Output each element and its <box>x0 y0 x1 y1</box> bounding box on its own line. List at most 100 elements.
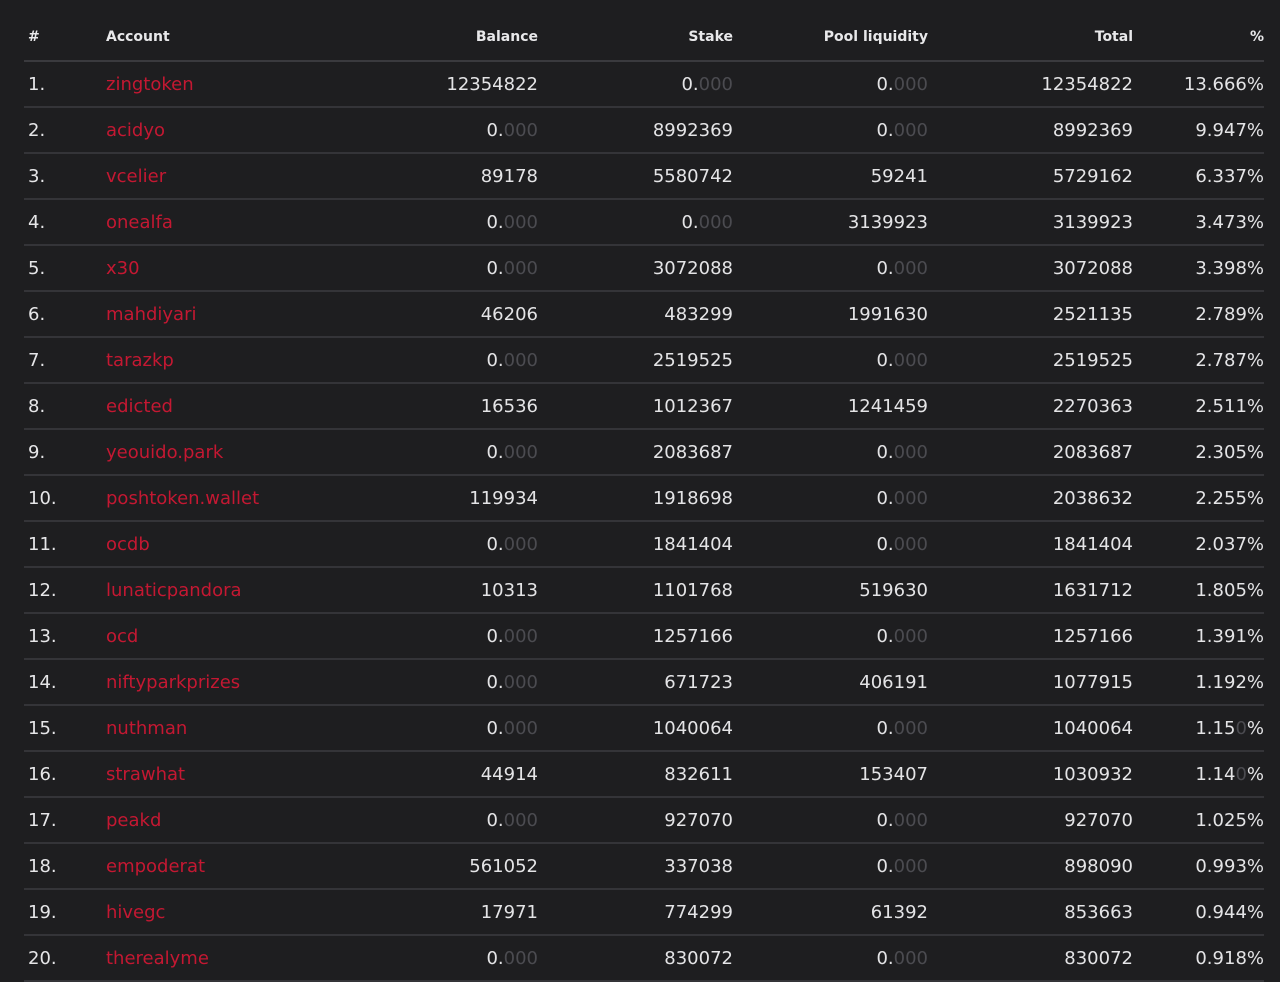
account-link[interactable]: strawhat <box>106 751 288 798</box>
stake-cell: 0.000 <box>538 199 733 246</box>
pool-liquidity-cell: 0.000 <box>733 843 928 890</box>
col-header-rank[interactable]: # <box>24 14 106 62</box>
balance-cell: 44914 <box>288 751 538 798</box>
stake-cell: 2083687 <box>538 429 733 476</box>
account-link[interactable]: empoderat <box>106 843 288 890</box>
rank-cell: 1. <box>24 61 106 108</box>
balance-cell: 89178 <box>288 153 538 200</box>
balance-cell: 17971 <box>288 889 538 936</box>
col-header-total[interactable]: Total <box>928 14 1133 62</box>
zero-decimals: 000 <box>893 625 928 647</box>
total-cell: 8992369 <box>928 107 1133 154</box>
stake-cell: 0.000 <box>538 61 733 108</box>
rank-cell: 13. <box>24 613 106 660</box>
pool-liquidity-cell: 0.000 <box>733 107 928 154</box>
percent-cell: 6.337% <box>1133 153 1264 200</box>
account-link[interactable]: x30 <box>106 245 288 292</box>
table-row: 15. nuthman 0.000 1040064 0.000 1040064 1.150% <box>24 705 1264 752</box>
pool-liquidity-cell: 0.000 <box>733 521 928 568</box>
total-cell: 853663 <box>928 889 1133 936</box>
stake-cell: 1040064 <box>538 705 733 752</box>
account-link[interactable]: lunaticpandora <box>106 567 288 614</box>
pool-liquidity-cell: 0.000 <box>733 613 928 660</box>
rank-cell: 4. <box>24 199 106 246</box>
table-row: 16. strawhat 44914 832611 153407 1030932 1.140… <box>24 751 1264 798</box>
account-link[interactable]: edicted <box>106 383 288 430</box>
zero-decimals: 000 <box>503 349 538 371</box>
account-link[interactable]: zingtoken <box>106 61 288 108</box>
total-cell: 3139923 <box>928 199 1133 246</box>
balance-cell: 0.000 <box>288 245 538 292</box>
zero-decimals: 000 <box>503 625 538 647</box>
zero-decimals: 000 <box>503 533 538 555</box>
pool-liquidity-cell: 0.000 <box>733 337 928 384</box>
percent-cell: 9.947% <box>1133 107 1264 154</box>
balance-cell: 0.000 <box>288 705 538 752</box>
balance-cell: 119934 <box>288 475 538 522</box>
percent-cell: 2.511% <box>1133 383 1264 430</box>
zero-decimals: 000 <box>503 717 538 739</box>
stake-cell: 1257166 <box>538 613 733 660</box>
balance-cell: 16536 <box>288 383 538 430</box>
account-link[interactable]: ocd <box>106 613 288 660</box>
pool-liquidity-cell: 0.000 <box>733 475 928 522</box>
table-row: 5. x30 0.000 3072088 0.000 3072088 3.398% <box>24 245 1264 292</box>
table-row: 2. acidyo 0.000 8992369 0.000 8992369 9.947% <box>24 107 1264 154</box>
account-link[interactable]: tarazkp <box>106 337 288 384</box>
account-link[interactable]: yeouido.park <box>106 429 288 476</box>
account-link[interactable]: vcelier <box>106 153 288 200</box>
rank-cell: 2. <box>24 107 106 154</box>
pool-liquidity-cell: 3139923 <box>733 199 928 246</box>
total-cell: 1040064 <box>928 705 1133 752</box>
percent-cell: 0.944% <box>1133 889 1264 936</box>
account-link[interactable]: peakd <box>106 797 288 844</box>
account-link[interactable]: acidyo <box>106 107 288 154</box>
zero-decimals: 000 <box>893 947 928 969</box>
total-cell: 1030932 <box>928 751 1133 798</box>
total-cell: 830072 <box>928 935 1133 982</box>
account-link[interactable]: poshtoken.wallet <box>106 475 288 522</box>
zero-decimals: 000 <box>893 533 928 555</box>
account-link[interactable]: ocdb <box>106 521 288 568</box>
zero-decimals: 000 <box>698 211 733 233</box>
account-link[interactable]: hivegc <box>106 889 288 936</box>
pool-liquidity-cell: 0.000 <box>733 705 928 752</box>
balance-cell: 0.000 <box>288 337 538 384</box>
total-cell: 12354822 <box>928 61 1133 108</box>
stake-cell: 3072088 <box>538 245 733 292</box>
col-header-account[interactable]: Account <box>106 14 288 62</box>
account-link[interactable]: nuthman <box>106 705 288 752</box>
col-header-percent[interactable]: % <box>1133 14 1264 62</box>
percent-cell: 1.805% <box>1133 567 1264 614</box>
total-cell: 1257166 <box>928 613 1133 660</box>
zero-decimals: 000 <box>893 855 928 877</box>
zero-decimals: 000 <box>503 119 538 141</box>
rank-cell: 7. <box>24 337 106 384</box>
percent-cell: 1.192% <box>1133 659 1264 706</box>
stake-cell: 483299 <box>538 291 733 338</box>
total-cell: 5729162 <box>928 153 1133 200</box>
total-cell: 2083687 <box>928 429 1133 476</box>
balance-cell: 10313 <box>288 567 538 614</box>
zero-decimals: 000 <box>893 717 928 739</box>
table-row: 12. lunaticpandora 10313 1101768 519630 16317… <box>24 567 1264 614</box>
pool-liquidity-cell: 59241 <box>733 153 928 200</box>
trailing-zero: 0 <box>1235 763 1247 785</box>
percent-cell: 2.037% <box>1133 521 1264 568</box>
rank-cell: 20. <box>24 935 106 982</box>
account-link[interactable]: mahdiyari <box>106 291 288 338</box>
account-link[interactable]: niftyparkprizes <box>106 659 288 706</box>
col-header-stake[interactable]: Stake <box>538 14 733 62</box>
zero-decimals: 000 <box>893 441 928 463</box>
pool-liquidity-cell: 0.000 <box>733 797 928 844</box>
col-header-balance[interactable]: Balance <box>288 14 538 62</box>
rank-cell: 19. <box>24 889 106 936</box>
rank-cell: 18. <box>24 843 106 890</box>
col-header-pool-liquidity[interactable]: Pool liquidity <box>733 14 928 62</box>
total-cell: 898090 <box>928 843 1133 890</box>
account-link[interactable]: therealyme <box>106 935 288 982</box>
percent-cell: 13.666% <box>1133 61 1264 108</box>
holders-table: # Account Balance Stake Pool liquidity T… <box>24 14 1264 982</box>
account-link[interactable]: onealfa <box>106 199 288 246</box>
percent-cell: 3.398% <box>1133 245 1264 292</box>
